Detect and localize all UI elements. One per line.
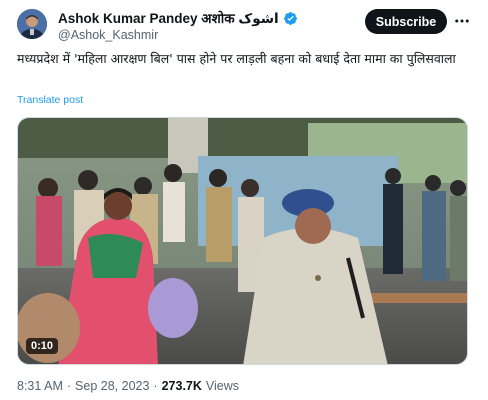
avatar-photo xyxy=(17,9,47,39)
post-time[interactable]: 8:31 AM xyxy=(17,379,63,393)
post-date[interactable]: Sep 28, 2023 xyxy=(75,379,149,393)
video-thumbnail xyxy=(18,118,467,364)
video-duration: 0:10 xyxy=(26,338,59,354)
views-label: Views xyxy=(205,379,240,393)
verified-badge-icon[interactable] xyxy=(283,11,298,26)
author-display-name[interactable]: Ashok Kumar Pandey अशोक اشوک xyxy=(58,9,279,27)
meta-separator: · xyxy=(66,379,72,393)
post-meta: 8:31 AM · Sep 28, 2023 · 273.7K Views xyxy=(17,379,239,393)
tweet-text: मध्यप्रदेश में 'महिला आरक्षण बिल' पास हो… xyxy=(17,51,456,66)
more-options-icon[interactable] xyxy=(452,11,472,31)
author-name-row: Ashok Kumar Pandey अशोक اشوک xyxy=(58,9,298,27)
author-handle[interactable]: @Ashok_Kashmir xyxy=(58,28,158,42)
meta-separator: · xyxy=(153,379,158,393)
video-player[interactable]: 0:10 xyxy=(17,117,468,365)
subscribe-button[interactable]: Subscribe xyxy=(365,9,447,34)
views-count[interactable]: 273.7K xyxy=(162,379,202,393)
avatar[interactable] xyxy=(17,9,47,39)
translate-post-link[interactable]: Translate post xyxy=(17,94,83,106)
